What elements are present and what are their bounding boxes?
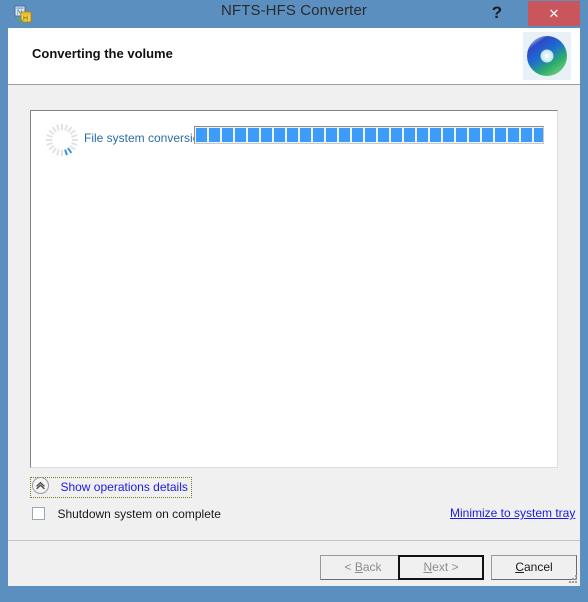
progress-bar: [194, 126, 544, 144]
wizard-header: Converting the volume: [8, 28, 580, 85]
back-button[interactable]: < Back: [320, 555, 406, 580]
minimize-to-tray-link[interactable]: Minimize to system tray: [450, 506, 575, 520]
operations-panel: File system conversion: [30, 110, 558, 468]
progress-segment: [287, 128, 298, 142]
progress-segment: [417, 128, 428, 142]
show-operations-details-toggle[interactable]: Show operations details: [30, 477, 192, 498]
cancel-button-label: Cancel: [515, 560, 553, 574]
progress-segment: [508, 128, 519, 142]
progress-segment: [313, 128, 324, 142]
shutdown-checkbox[interactable]: [32, 507, 45, 521]
progress-segment: [378, 128, 389, 142]
progress-segment: [495, 128, 506, 142]
converter-window: N H NFTS-HFS Converter ? ✕ Converting th…: [0, 0, 588, 602]
progress-segment: [430, 128, 441, 142]
progress-segment: [456, 128, 467, 142]
progress-segment: [274, 128, 285, 142]
next-button-label: Next >: [423, 560, 459, 574]
progress-segment: [209, 128, 220, 142]
progress-segment: [365, 128, 376, 142]
shutdown-checkbox-label: Shutdown system on complete: [57, 506, 221, 521]
progress-segment: [404, 128, 415, 142]
next-button[interactable]: Next >: [398, 555, 484, 580]
progress-segment: [352, 128, 363, 142]
task-label: File system conversion: [84, 131, 207, 145]
show-operations-details-label: Show operations details: [60, 479, 188, 494]
close-button[interactable]: ✕: [528, 1, 580, 26]
progress-segment: [469, 128, 480, 142]
shutdown-on-complete-row[interactable]: Shutdown system on complete: [32, 505, 221, 523]
disc-brand-logo: [523, 32, 571, 80]
progress-segment: [248, 128, 259, 142]
resize-grip[interactable]: [565, 573, 578, 586]
window-body: File system conversion Show operations d…: [8, 85, 580, 586]
page-title: Converting the volume: [32, 46, 173, 61]
progress-segment: [261, 128, 272, 142]
progress-segment: [196, 128, 207, 142]
back-button-label: < Back: [344, 560, 382, 574]
progress-segment: [391, 128, 402, 142]
progress-segment: [534, 128, 543, 142]
button-bar: < Back Next > Cancel: [8, 540, 580, 587]
loading-spinner-icon: [45, 123, 79, 157]
progress-segment: [339, 128, 350, 142]
progress-segment: [443, 128, 454, 142]
progress-segment: [482, 128, 493, 142]
help-button[interactable]: ?: [480, 0, 514, 27]
progress-segment: [521, 128, 532, 142]
progress-segment: [222, 128, 233, 142]
progress-segment: [300, 128, 311, 142]
progress-segment: [235, 128, 246, 142]
progress-segment: [326, 128, 337, 142]
title-bar[interactable]: N H NFTS-HFS Converter ? ✕: [0, 0, 588, 28]
chevron-up-icon: [32, 477, 49, 495]
